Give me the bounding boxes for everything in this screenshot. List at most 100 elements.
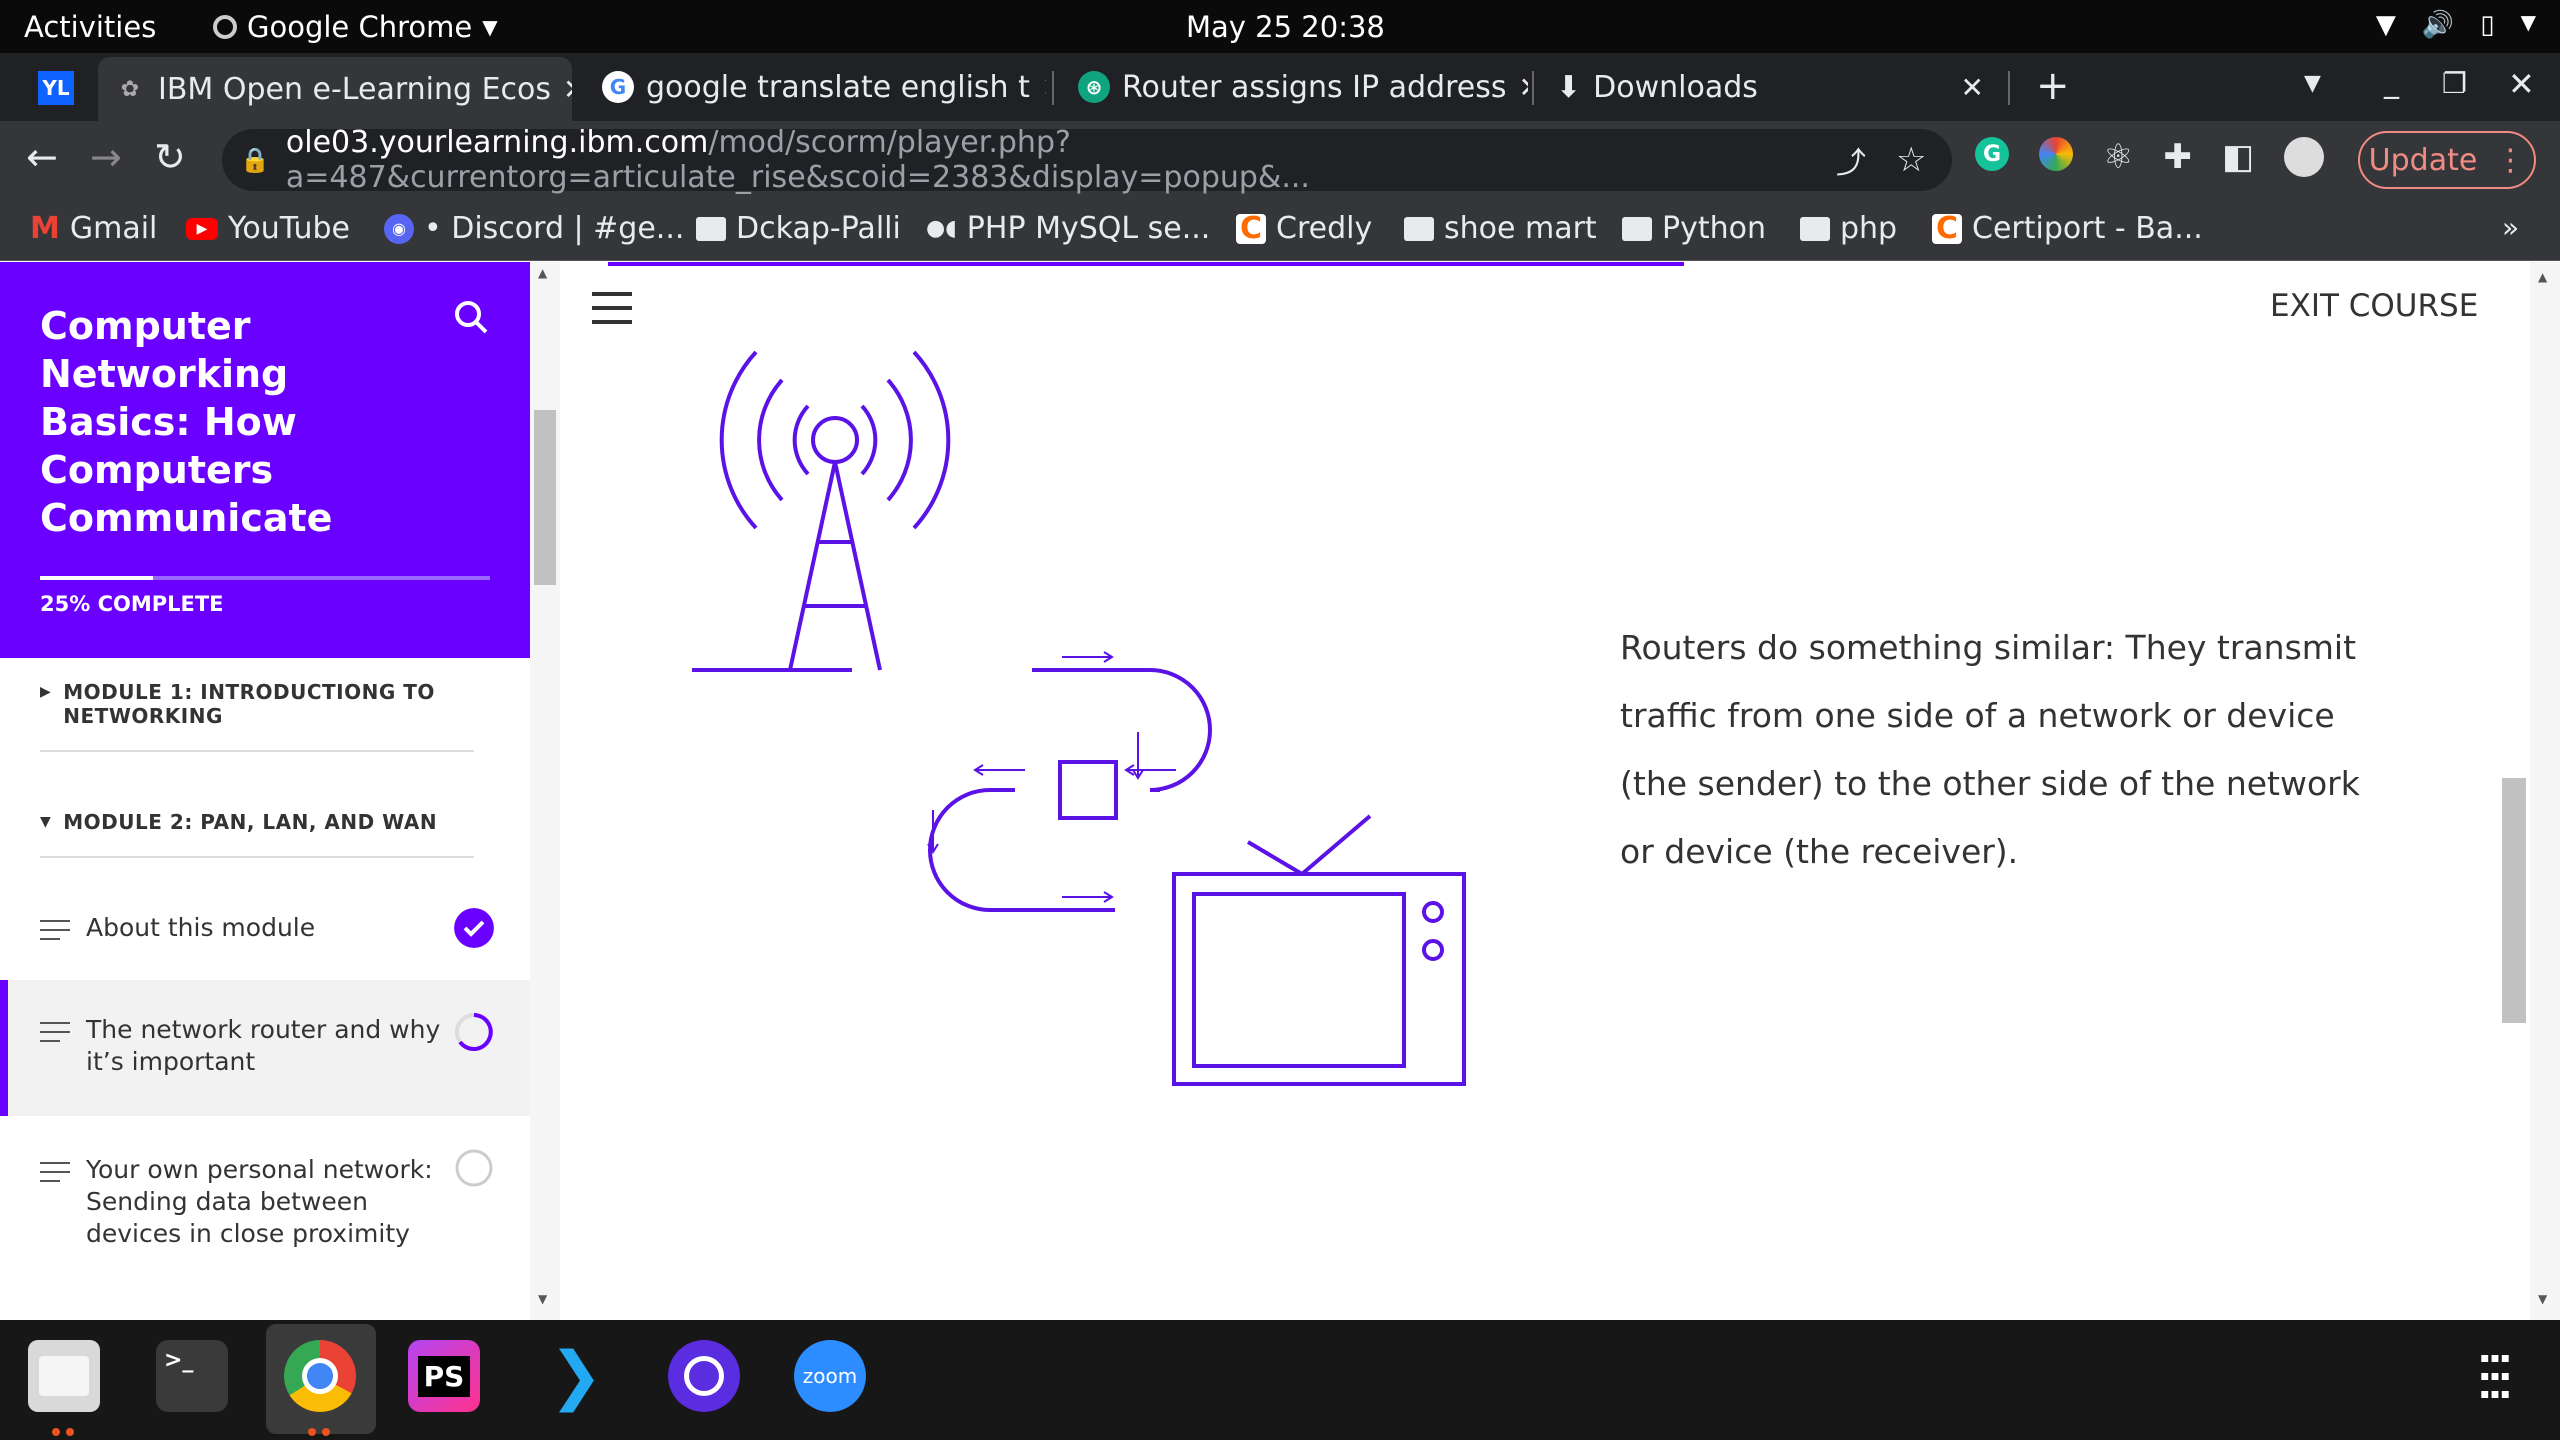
tab-router-ip[interactable]: ⊛ Router assigns IP address ✕: [1062, 59, 1528, 115]
scroll-down-arrow-icon[interactable]: ▼: [2538, 1292, 2547, 1306]
bookmark-star-icon[interactable]: ☆: [1896, 140, 1926, 180]
battery-icon: ▯: [2480, 10, 2495, 40]
in-progress-icon: [455, 1013, 493, 1051]
hamburger-menu-icon[interactable]: [592, 292, 632, 334]
color-picker-icon[interactable]: [2039, 137, 2073, 171]
lesson-lines-icon: [40, 1162, 70, 1182]
more-bookmarks-icon[interactable]: »: [2502, 211, 2519, 244]
terminal-icon[interactable]: >_: [156, 1340, 228, 1412]
phpstorm-icon[interactable]: PS: [408, 1340, 480, 1412]
scroll-up-arrow-icon[interactable]: ▲: [2538, 270, 2547, 284]
bookmark-gmail[interactable]: M Gmail: [30, 211, 157, 246]
lesson-about-module[interactable]: About this module: [0, 912, 530, 972]
tab-ibm-elearning[interactable]: ✿ IBM Open e-Learning Ecos ✕: [98, 57, 572, 121]
signal-path-lines: [928, 668, 1212, 912]
course-header: Computer Networking Basics: How Computer…: [0, 262, 530, 658]
not-started-icon: [455, 1149, 493, 1187]
check-complete-icon: [454, 908, 494, 948]
update-button[interactable]: Update ⋮: [2358, 131, 2536, 189]
close-tab-icon[interactable]: ✕: [563, 73, 572, 106]
share-icon[interactable]: ⤴: [1836, 138, 1866, 182]
bookmark-python[interactable]: Python: [1622, 211, 1766, 246]
bookmark-label: Certiport - Ba...: [1972, 211, 2203, 246]
module-1-toggle[interactable]: ▶ MODULE 1: INTRODUCTIONG TO NETWORKING: [40, 680, 460, 728]
yourlearning-app-icon[interactable]: YL: [38, 71, 74, 105]
bookmark-label: Dckap-Palli: [736, 211, 901, 246]
lesson-personal-network[interactable]: Your own personal network: Sending data …: [0, 1150, 530, 1270]
running-indicator: [66, 1428, 74, 1436]
wifi-icon: ▼: [2375, 10, 2396, 40]
app-grid-icon[interactable]: ⬝⬝⬝ ⬝⬝⬝ ⬝⬝⬝: [2460, 1340, 2532, 1412]
os-top-bar: Activities Google Chrome ▼ May 25 20:38 …: [0, 0, 2560, 53]
profile-avatar[interactable]: [2284, 137, 2325, 177]
url-host: ole03.yourlearning.ibm.com: [285, 125, 709, 160]
search-icon[interactable]: [452, 298, 492, 338]
page-scroll-thumb[interactable]: [2502, 778, 2526, 1023]
tab-strip: YL ✿ IBM Open e-Learning Ecos ✕ G google…: [0, 53, 2560, 121]
bookmark-label: shoe mart: [1444, 211, 1597, 246]
maximize-icon[interactable]: ❐: [2442, 67, 2467, 100]
folder-icon: [1622, 216, 1652, 241]
exit-course-link[interactable]: EXIT COURSE: [2270, 288, 2478, 324]
course-progress-bar: [40, 576, 490, 580]
close-tab-icon[interactable]: ✕: [1961, 71, 1984, 104]
bookmark-dckap-palli[interactable]: Dckap-Palli: [696, 211, 901, 246]
lesson-progress-line: [608, 262, 1684, 266]
course-title: Computer Networking Basics: How Computer…: [40, 304, 333, 540]
volume-icon: 🔊: [2421, 10, 2455, 40]
files-icon[interactable]: [28, 1340, 100, 1412]
tab-downloads[interactable]: ⬇ Downloads ✕: [1540, 59, 2000, 115]
new-tab-button[interactable]: +: [2036, 63, 2070, 109]
clock[interactable]: May 25 20:38: [1186, 10, 1385, 44]
browser-toolbar: ← → ↻ 🔒 ole03.yourlearning.ibm.com/mod/s…: [0, 121, 2560, 199]
youtube-icon: ▶: [186, 217, 218, 240]
bookmark-discord[interactable]: ◉ • Discord | #ge...: [384, 211, 684, 246]
bookmark-label: YouTube: [228, 211, 350, 246]
side-panel-icon[interactable]: ◧: [2222, 137, 2254, 177]
address-bar[interactable]: 🔒 ole03.yourlearning.ibm.com/mod/scorm/p…: [222, 125, 1952, 195]
forward-icon[interactable]: →: [90, 135, 122, 179]
app-menu[interactable]: Google Chrome ▼: [213, 10, 498, 44]
bookmark-label: php: [1840, 211, 1898, 246]
react-devtools-icon[interactable]: ⚛: [2103, 137, 2133, 177]
google-favicon: G: [602, 71, 634, 103]
scroll-up-arrow-icon[interactable]: ▲: [538, 266, 547, 280]
bookmark-php[interactable]: php: [1800, 211, 1897, 246]
module-divider: [40, 856, 474, 858]
extensions-puzzle-icon[interactable]: ✚: [2163, 137, 2192, 177]
chrome-icon[interactable]: [284, 1340, 356, 1412]
tab-search-icon[interactable]: ▼: [2304, 71, 2321, 96]
lesson-content: EXIT COURSE Routers do something similar…: [560, 262, 2530, 1320]
tab-google-translate[interactable]: G google translate english t ✕: [586, 59, 1046, 115]
grammarly-icon[interactable]: G: [1975, 137, 2009, 171]
back-icon[interactable]: ←: [26, 135, 58, 179]
bookmark-label: • Discord | #ge...: [424, 211, 685, 246]
zoom-icon[interactable]: zoom: [794, 1340, 866, 1412]
download-icon: ⬇: [1556, 69, 1582, 105]
system-tray[interactable]: ▼ 🔊 ▯ ▼: [2376, 10, 2536, 40]
bookmark-credly[interactable]: C Credly: [1236, 211, 1372, 246]
minimize-icon[interactable]: _: [2384, 65, 2399, 100]
scroll-down-arrow-icon[interactable]: ▼: [538, 1292, 547, 1306]
page-scrollbar[interactable]: ▲ ▼: [2530, 262, 2560, 1320]
lock-icon: 🔒: [240, 146, 270, 174]
bookmark-php-mysql[interactable]: ●◖ PHP MySQL se...: [926, 211, 1210, 246]
bookmark-certiport[interactable]: C Certiport - Ba...: [1932, 211, 2203, 246]
reload-icon[interactable]: ↻: [154, 135, 186, 179]
close-window-icon[interactable]: ✕: [2508, 65, 2535, 103]
activities-button[interactable]: Activities: [24, 10, 156, 44]
close-tab-icon[interactable]: ✕: [1042, 71, 1046, 104]
app-icon[interactable]: [668, 1340, 740, 1412]
folder-icon: [1800, 216, 1830, 241]
tab-label: Downloads: [1593, 69, 1758, 105]
sidebar-scroll-thumb[interactable]: [534, 410, 556, 585]
tab-label: google translate english t: [646, 69, 1030, 105]
discord-icon: ◉: [384, 213, 414, 244]
module-2-toggle[interactable]: ▼ MODULE 2: PAN, LAN, AND WAN: [40, 810, 460, 834]
lesson-label: Your own personal network: Sending data …: [86, 1155, 433, 1248]
bookmark-shoe-mart[interactable]: shoe mart: [1404, 211, 1597, 246]
bookmark-youtube[interactable]: ▶ YouTube: [186, 211, 350, 246]
vscode-icon[interactable]: ❯: [540, 1339, 612, 1413]
lesson-network-router[interactable]: The network router and why it’s importan…: [0, 980, 530, 1116]
close-tab-icon[interactable]: ✕: [1519, 71, 1529, 104]
